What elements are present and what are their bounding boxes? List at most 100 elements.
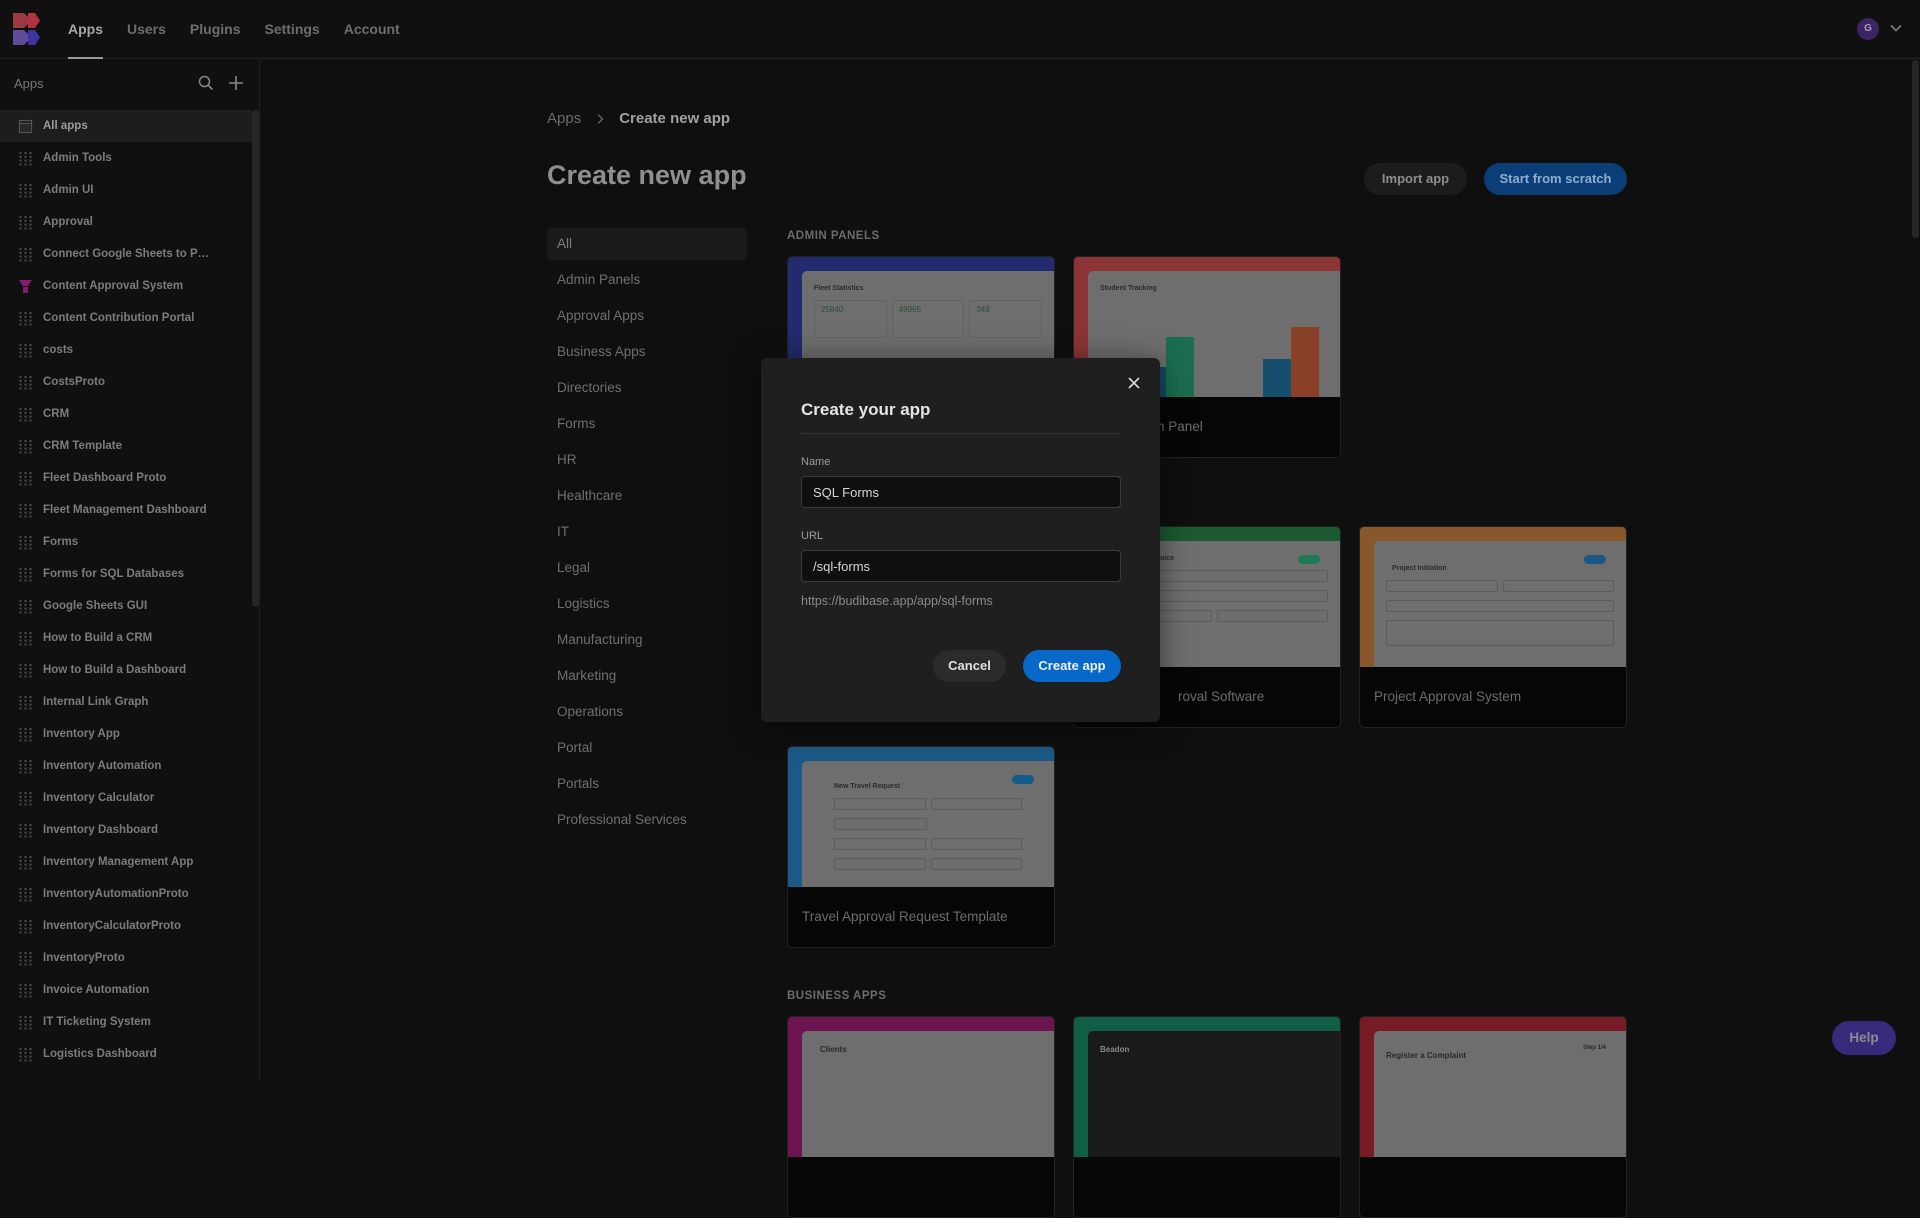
category-item[interactable]: All <box>547 228 747 260</box>
sidebar-item-label: How to Build a CRM <box>43 632 153 644</box>
start-from-scratch-button[interactable]: Start from scratch <box>1484 163 1627 195</box>
sidebar-app-item[interactable]: Forms <box>0 526 252 558</box>
sidebar-app-item[interactable]: Content Contribution Portal <box>0 302 252 334</box>
sidebar-app-item[interactable]: Inventory Automation <box>0 750 252 782</box>
app-url-input[interactable] <box>801 550 1121 582</box>
grid-icon <box>19 375 32 389</box>
template-card-project[interactable]: Project Initiation Project Approval Syst… <box>1359 526 1627 728</box>
nav-tab-apps[interactable]: Apps <box>68 0 103 59</box>
sidebar-app-item[interactable]: InventoryAutomationProto <box>0 878 252 910</box>
sidebar-app-item[interactable]: Inventory Management App <box>0 846 252 878</box>
create-app-button[interactable]: Create app <box>1023 650 1121 682</box>
sidebar-app-item[interactable]: Google Sheets GUI <box>0 590 252 622</box>
category-item[interactable]: Operations <box>547 696 747 732</box>
sidebar-app-item[interactable]: Forms for SQL Databases <box>0 558 252 590</box>
sidebar-app-item[interactable]: InventoryProto <box>0 942 252 974</box>
sidebar-app-item[interactable]: Invoice Automation <box>0 974 252 1006</box>
sidebar-title: Apps <box>14 76 44 91</box>
sidebar-app-item[interactable]: Inventory Dashboard <box>0 814 252 846</box>
grid-icon <box>19 1015 32 1029</box>
close-icon[interactable] <box>1125 374 1143 392</box>
sidebar-item-label: Invoice Automation <box>43 984 150 996</box>
sidebar-app-item[interactable]: Content Approval System <box>0 270 252 302</box>
url-label: URL <box>801 530 824 542</box>
category-item[interactable]: Admin Panels <box>547 264 747 300</box>
sidebar-item-label: costs <box>43 344 74 356</box>
user-avatar[interactable]: G <box>1857 18 1879 40</box>
add-app-icon[interactable] <box>227 74 245 92</box>
sidebar-app-item[interactable]: CRM Template <box>0 430 252 462</box>
category-item[interactable]: Portal <box>547 732 747 768</box>
main-scrollbar[interactable] <box>1912 60 1919 238</box>
sidebar-app-item[interactable]: How to Build a CRM <box>0 622 252 654</box>
template-card-beadon[interactable]: Beadon <box>1073 1016 1341 1218</box>
import-app-button[interactable]: Import app <box>1364 163 1467 195</box>
grid-icon <box>19 599 32 613</box>
chevron-down-icon[interactable] <box>1888 20 1904 36</box>
breadcrumb-current: Create new app <box>619 110 731 127</box>
category-item[interactable]: Business Apps <box>547 336 747 372</box>
breadcrumb-apps-link[interactable]: Apps <box>547 110 581 127</box>
template-card-clients[interactable]: Clients <box>787 1016 1055 1218</box>
sidebar-app-item[interactable]: How to Build a Dashboard <box>0 654 252 686</box>
sidebar-app-item[interactable]: Inventory App <box>0 718 252 750</box>
category-item[interactable]: IT <box>547 516 747 552</box>
category-item[interactable]: Professional Services <box>547 804 747 840</box>
grid-icon <box>19 919 32 933</box>
template-thumbnail: New Travel Request <box>788 747 1054 887</box>
search-icon[interactable] <box>197 74 215 92</box>
sidebar-app-item[interactable]: Admin Tools <box>0 142 252 174</box>
grid-icon <box>19 311 32 325</box>
sidebar-app-item[interactable]: CostsProto <box>0 366 252 398</box>
category-item[interactable]: Manufacturing <box>547 624 747 660</box>
sidebar-app-item[interactable]: Admin UI <box>0 174 252 206</box>
sidebar-app-item[interactable]: CRM <box>0 398 252 430</box>
nav-tab-users[interactable]: Users <box>127 0 166 59</box>
template-name: in Panel <box>1154 419 1203 434</box>
cancel-button[interactable]: Cancel <box>933 650 1006 682</box>
app-name-input[interactable] <box>801 476 1121 508</box>
modal-title: Create your app <box>801 400 931 419</box>
nav-tab-plugins[interactable]: Plugins <box>190 0 241 59</box>
sidebar-app-item[interactable]: costs <box>0 334 252 366</box>
template-name: Project Approval System <box>1374 689 1522 704</box>
sidebar-item-label: Inventory Automation <box>43 760 162 772</box>
category-item[interactable]: Portals <box>547 768 747 804</box>
sidebar-app-item[interactable]: Approval <box>0 206 252 238</box>
sidebar-item-all-apps[interactable]: All apps <box>0 110 252 142</box>
sidebar-app-item[interactable]: Fleet Dashboard Proto <box>0 462 252 494</box>
category-item[interactable]: Approval Apps <box>547 300 747 336</box>
template-card-travel[interactable]: New Travel Request Travel Approval Reque… <box>787 746 1055 948</box>
sidebar-app-item[interactable]: Fleet Management Dashboard <box>0 494 252 526</box>
sidebar-item-label: CRM <box>43 408 70 420</box>
category-item[interactable]: Logistics <box>547 588 747 624</box>
category-item[interactable]: Marketing <box>547 660 747 696</box>
grid-icon <box>19 727 32 741</box>
sidebar-app-item[interactable]: Inventory Calculator <box>0 782 252 814</box>
sidebar-item-label: InventoryCalculatorProto <box>43 920 182 932</box>
sidebar-scrollbar[interactable] <box>252 110 259 607</box>
nav-tab-settings[interactable]: Settings <box>264 0 319 59</box>
sidebar-app-item[interactable]: InventoryCalculatorProto <box>0 910 252 942</box>
help-button[interactable]: Help <box>1832 1021 1896 1055</box>
grid-icon <box>19 183 32 197</box>
sidebar-app-item[interactable]: Internal Link Graph <box>0 686 252 718</box>
name-label: Name <box>801 456 831 468</box>
grid-icon <box>19 951 32 965</box>
preview-title: Beadon <box>1100 1045 1130 1054</box>
sidebar-app-item[interactable]: Connect Google Sheets to Post… <box>0 238 252 270</box>
sidebar-app-item[interactable]: IT Ticketing System <box>0 1006 252 1038</box>
sidebar-item-label: Forms for SQL Databases <box>43 568 185 580</box>
sidebar-app-item[interactable]: Logistics Dashboard <box>0 1038 252 1070</box>
nav-tab-account[interactable]: Account <box>344 0 400 59</box>
category-item[interactable]: Healthcare <box>547 480 747 516</box>
apps-sidebar: Apps All apps Admin Tools Admin UI Approval… <box>0 60 260 1080</box>
budibase-logo-icon[interactable] <box>13 13 45 45</box>
template-card-complaint[interactable]: Register a Complaint Step 1/4 <box>1359 1016 1627 1218</box>
sidebar-item-label: Connect Google Sheets to Post… <box>43 248 213 260</box>
category-item[interactable]: Forms <box>547 408 747 444</box>
category-item[interactable]: Directories <box>547 372 747 408</box>
window-icon <box>18 119 33 133</box>
category-item[interactable]: HR <box>547 444 747 480</box>
category-item[interactable]: Legal <box>547 552 747 588</box>
